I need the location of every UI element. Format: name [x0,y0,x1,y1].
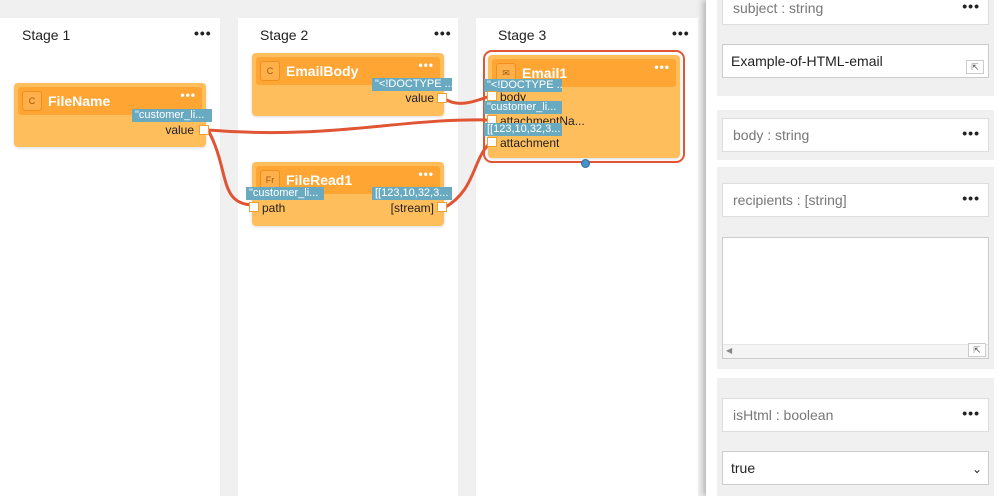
email-body-input-port[interactable] [487,91,497,101]
ishtml-menu-button[interactable]: ••• [962,405,980,421]
email-node-resize-handle[interactable] [581,159,590,168]
stage-3-title: Stage 3 [498,27,547,43]
subject-input[interactable]: Example-of-HTML-email ⇱ [722,44,989,78]
body-section: body : string ••• [717,110,994,160]
stage-1-title: Stage 1 [22,27,71,43]
filename-value-preview: "customer_li... [132,109,212,122]
stage-1-menu-button[interactable]: ••• [194,26,212,40]
filename-node-menu-button[interactable]: ••• [180,88,196,102]
emailbody-output-port[interactable] [437,93,447,103]
body-field-header: body : string ••• [722,118,989,152]
ishtml-section: isHtml : boolean ••• true ⌄ [717,378,994,496]
filename-output-port[interactable] [199,125,209,135]
recipients-section: recipients : [string] ••• ◀ ⇱ [717,167,994,369]
body-menu-button[interactable]: ••• [962,125,980,141]
recipients-textarea[interactable]: ◀ ⇱ [722,237,989,359]
email-node[interactable]: ✉ Email1 ••• "<!DOCTYPE ... body "custom… [483,50,685,163]
subject-input-value: Example-of-HTML-email [731,53,883,69]
filename-node[interactable]: C FileName ••• "customer_li... value [14,83,212,147]
emailbody-output-label: value [405,91,434,105]
ishtml-select[interactable]: true ⌄ [722,451,989,485]
fileread-stream-label: [stream] [390,201,434,215]
property-panel: subject : string ••• Example-of-HTML-ema… [706,0,998,496]
fileread-path-label: path [262,201,286,215]
constant-icon: C [260,61,280,81]
subject-label: subject : string [733,0,824,16]
ishtml-selected-value: true [731,460,756,476]
chevron-down-icon: ⌄ [971,462,982,476]
recipients-field-header: recipients : [string] ••• [722,183,989,217]
emailbody-node-title: EmailBody [286,63,359,79]
emailbody-node-menu-button[interactable]: ••• [418,58,434,72]
recipients-label: recipients : [string] [733,192,847,208]
subject-section: subject : string ••• Example-of-HTML-ema… [717,0,994,96]
email-attachmentname-preview: "customer_li... [484,101,562,114]
email-attachment-preview: [[123,10,32,3... [484,123,562,136]
stage-3-menu-button[interactable]: ••• [672,26,690,40]
expand-icon[interactable]: ⇱ [966,60,984,74]
stage-2-menu-button[interactable]: ••• [434,26,452,40]
subject-menu-button[interactable]: ••• [962,0,980,14]
fileread-stream-preview: [[123,10,32,3... [372,187,452,200]
ishtml-field-header: isHtml : boolean ••• [722,398,989,432]
email-node-menu-button[interactable]: ••• [654,60,670,74]
fileread-stream-output-port[interactable] [437,202,447,212]
recipients-menu-button[interactable]: ••• [962,190,980,206]
email-attachment-input-port[interactable] [487,137,497,147]
stage-2-title: Stage 2 [260,27,309,43]
scroll-left-icon[interactable]: ◀ [726,346,732,355]
emailbody-node[interactable]: C EmailBody ••• "<!DOCTYPE ... value [252,53,452,116]
ishtml-label: isHtml : boolean [733,407,834,423]
filename-node-title: FileName [48,93,111,109]
email-attachment-label: attachment [500,136,560,150]
emailbody-value-preview: "<!DOCTYPE ... [372,78,452,91]
fileread-path-preview: "customer_li... [246,187,324,200]
fileread-node-menu-button[interactable]: ••• [418,167,434,181]
fileread-node[interactable]: Fr FileRead1 ••• "customer_li... path [[… [246,162,452,226]
filename-output-label: value [165,123,194,137]
body-label: body : string [733,127,810,143]
fileread-path-input-port[interactable] [249,202,259,212]
subject-field-header: subject : string ••• [722,0,989,25]
constant-icon: C [22,91,42,111]
recipients-horizontal-scrollbar[interactable]: ◀ [723,344,988,358]
fileread-node-title: FileRead1 [286,172,353,188]
expand-icon[interactable]: ⇱ [968,343,986,357]
